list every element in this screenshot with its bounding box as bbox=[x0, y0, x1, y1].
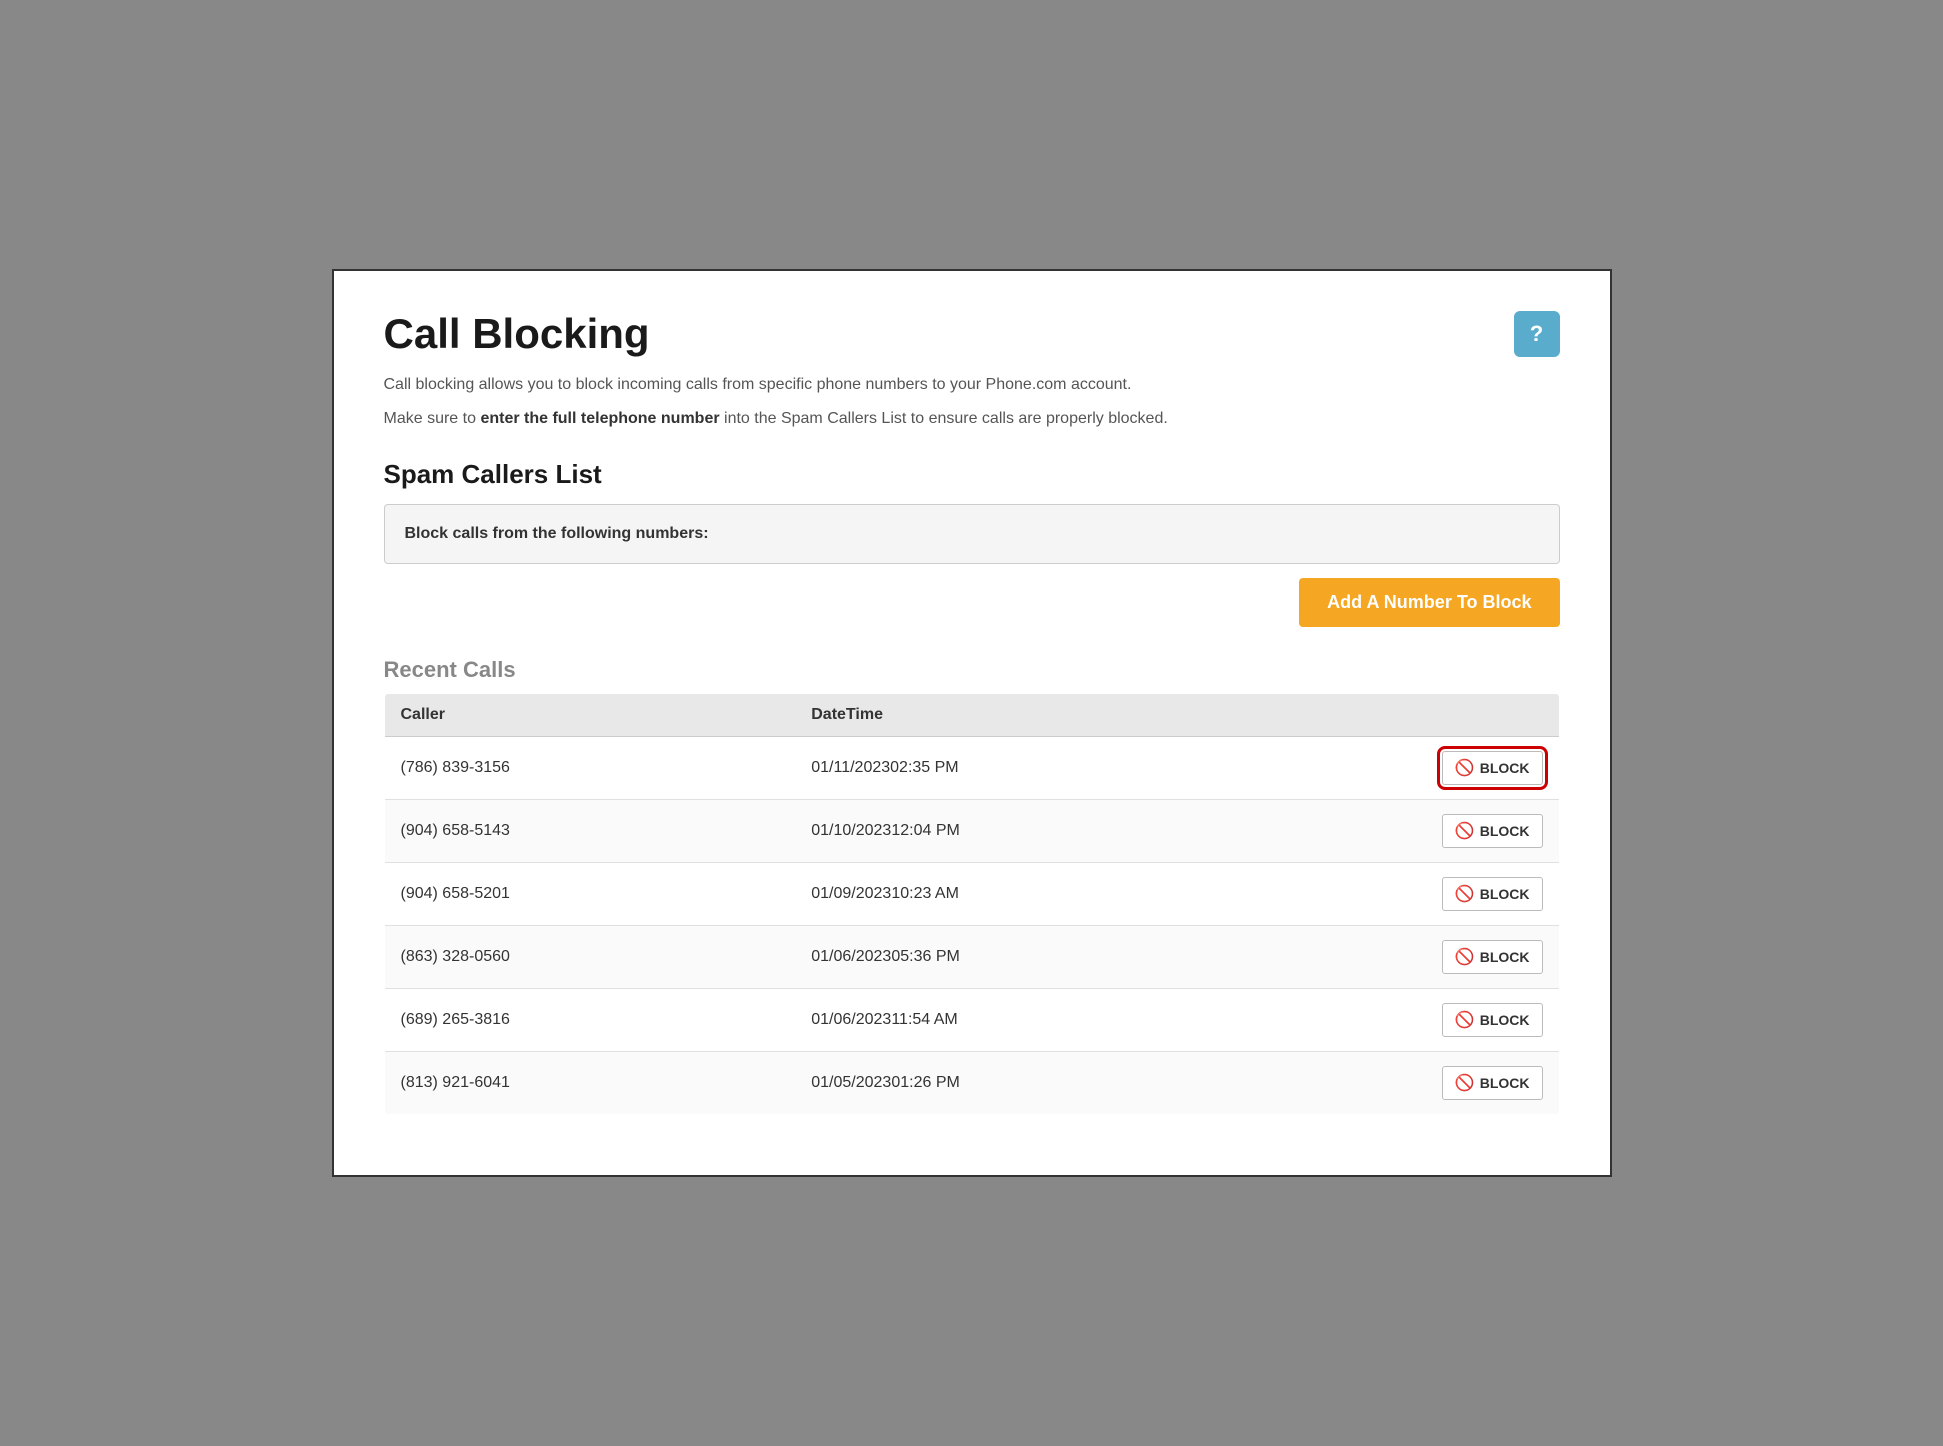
header-row: Call Blocking ? bbox=[384, 311, 1560, 357]
block-button[interactable]: 🚫 BLOCK bbox=[1442, 1066, 1543, 1100]
caller-cell: (813) 921-6041 bbox=[384, 1052, 795, 1115]
block-button-label: BLOCK bbox=[1480, 949, 1530, 965]
calls-table-body: (786) 839-315601/11/202302:35 PM🚫BLOCK(9… bbox=[384, 737, 1559, 1115]
calls-table-header-row: Caller DateTime bbox=[384, 694, 1559, 737]
table-row: (863) 328-056001/06/202305:36 PM 🚫 BLOCK bbox=[384, 926, 1559, 989]
datetime-column-header: DateTime bbox=[795, 694, 1265, 737]
add-button-row: Add A Number To Block bbox=[384, 578, 1560, 627]
page-container: Call Blocking ? Call blocking allows you… bbox=[332, 269, 1612, 1177]
description-2-prefix: Make sure to bbox=[384, 410, 481, 427]
block-button[interactable]: 🚫 BLOCK bbox=[1442, 814, 1543, 848]
datetime-cell: 01/09/202310:23 AM bbox=[795, 863, 1265, 926]
calls-table-header: Caller DateTime bbox=[384, 694, 1559, 737]
block-icon: 🚫 bbox=[1455, 947, 1475, 967]
table-row: (904) 658-520101/09/202310:23 AM 🚫 BLOCK bbox=[384, 863, 1559, 926]
caller-cell: (689) 265-3816 bbox=[384, 989, 795, 1052]
block-icon: 🚫 bbox=[1455, 1073, 1475, 1093]
datetime-cell: 01/06/202311:54 AM bbox=[795, 989, 1265, 1052]
block-icon: 🚫 bbox=[1455, 758, 1475, 778]
block-button[interactable]: 🚫 BLOCK bbox=[1442, 940, 1543, 974]
calls-table: Caller DateTime (786) 839-315601/11/2023… bbox=[384, 693, 1560, 1115]
spam-callers-box: Block calls from the following numbers: bbox=[384, 504, 1560, 564]
description-2-bold: enter the full telephone number bbox=[480, 410, 719, 427]
spam-callers-title: Spam Callers List bbox=[384, 459, 1560, 490]
block-button-label: BLOCK bbox=[1480, 823, 1530, 839]
action-cell: 🚫 BLOCK bbox=[1265, 926, 1559, 989]
block-icon: 🚫 bbox=[1455, 1010, 1475, 1030]
block-button-label: BLOCK bbox=[1480, 886, 1530, 902]
action-cell: 🚫 BLOCK bbox=[1265, 989, 1559, 1052]
caller-cell: (904) 658-5201 bbox=[384, 863, 795, 926]
action-cell: 🚫 BLOCK bbox=[1265, 737, 1559, 800]
recent-calls-title: Recent Calls bbox=[384, 657, 1560, 683]
block-button-label: BLOCK bbox=[1480, 1012, 1530, 1028]
table-row: (813) 921-604101/05/202301:26 PM 🚫 BLOCK bbox=[384, 1052, 1559, 1115]
caller-cell: (863) 328-0560 bbox=[384, 926, 795, 989]
block-button-label: BLOCK bbox=[1480, 1075, 1530, 1091]
description-1: Call blocking allows you to block incomi… bbox=[384, 373, 1560, 397]
datetime-cell: 01/06/202305:36 PM bbox=[795, 926, 1265, 989]
caller-cell: (786) 839-3156 bbox=[384, 737, 795, 800]
block-icon: 🚫 bbox=[1455, 884, 1475, 904]
table-row: (689) 265-381601/06/202311:54 AM 🚫 BLOCK bbox=[384, 989, 1559, 1052]
help-button[interactable]: ? bbox=[1514, 311, 1560, 357]
block-button-label: BLOCK bbox=[1480, 760, 1530, 776]
block-button[interactable]: 🚫 BLOCK bbox=[1442, 877, 1543, 911]
description-2: Make sure to enter the full telephone nu… bbox=[384, 407, 1560, 431]
action-cell: 🚫 BLOCK bbox=[1265, 1052, 1559, 1115]
table-row: (904) 658-514301/10/202312:04 PM 🚫 BLOCK bbox=[384, 800, 1559, 863]
action-cell: 🚫 BLOCK bbox=[1265, 863, 1559, 926]
spam-callers-label: Block calls from the following numbers: bbox=[405, 525, 709, 542]
block-icon: 🚫 bbox=[1455, 821, 1475, 841]
caller-column-header: Caller bbox=[384, 694, 795, 737]
add-number-button[interactable]: Add A Number To Block bbox=[1299, 578, 1559, 627]
page-title: Call Blocking bbox=[384, 311, 650, 357]
action-column-header bbox=[1265, 694, 1559, 737]
block-button[interactable]: 🚫 BLOCK bbox=[1442, 751, 1543, 785]
datetime-cell: 01/10/202312:04 PM bbox=[795, 800, 1265, 863]
action-cell: 🚫 BLOCK bbox=[1265, 800, 1559, 863]
table-row: (786) 839-315601/11/202302:35 PM 🚫 BLOCK bbox=[384, 737, 1559, 800]
caller-cell: (904) 658-5143 bbox=[384, 800, 795, 863]
datetime-cell: 01/11/202302:35 PM bbox=[795, 737, 1265, 800]
block-button[interactable]: 🚫 BLOCK bbox=[1442, 1003, 1543, 1037]
description-2-suffix: into the Spam Callers List to ensure cal… bbox=[720, 410, 1168, 427]
datetime-cell: 01/05/202301:26 PM bbox=[795, 1052, 1265, 1115]
